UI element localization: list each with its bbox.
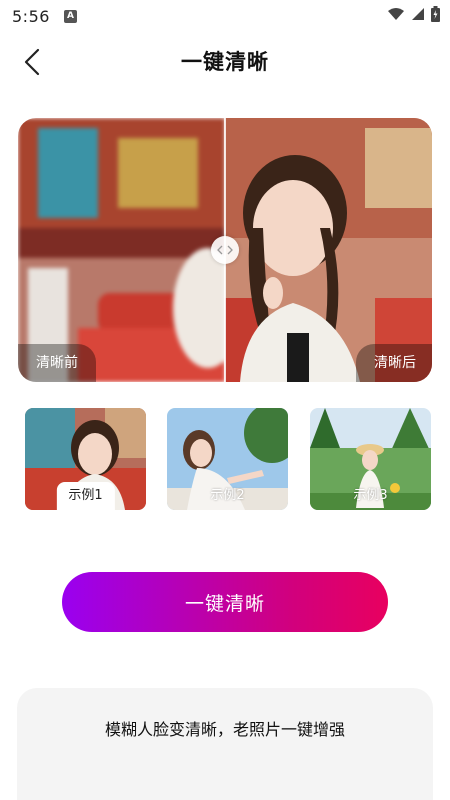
wifi-icon: [388, 8, 404, 20]
after-label: 清晰后: [356, 344, 432, 382]
example-thumbnail-1[interactable]: 示例1: [25, 408, 146, 510]
page-title: 一键清晰: [181, 50, 269, 74]
comparison-viewer[interactable]: 清晰前 清晰后: [18, 118, 432, 382]
before-image: [18, 118, 225, 382]
example-label: 示例2: [210, 488, 245, 503]
example-label: 示例3: [353, 488, 388, 503]
header: 一键清晰: [0, 40, 450, 84]
status-bar: 5:56 A: [0, 0, 450, 32]
info-text: 模糊人脸变清晰，老照片一键增强: [104, 720, 345, 739]
example-thumbnail-3[interactable]: 示例3: [310, 408, 431, 510]
before-label: 清晰前: [18, 344, 96, 382]
signal-icon: [412, 8, 424, 20]
status-icons: [387, 6, 440, 22]
after-image: [225, 118, 432, 382]
example-list: 示例1 示例2 示例3: [25, 408, 431, 510]
info-card: 模糊人脸变清晰，老照片一键增强: [17, 688, 433, 800]
a-icon: A: [63, 9, 77, 23]
status-time: 5:56: [12, 6, 50, 26]
battery-icon: [431, 6, 440, 22]
compare-slider-handle[interactable]: [211, 236, 239, 264]
example-label: 示例1: [56, 482, 115, 510]
example-thumbnail-2[interactable]: 示例2: [167, 408, 288, 510]
left-right-arrows-icon: [217, 245, 233, 255]
enhance-button[interactable]: 一键清晰: [62, 572, 388, 632]
